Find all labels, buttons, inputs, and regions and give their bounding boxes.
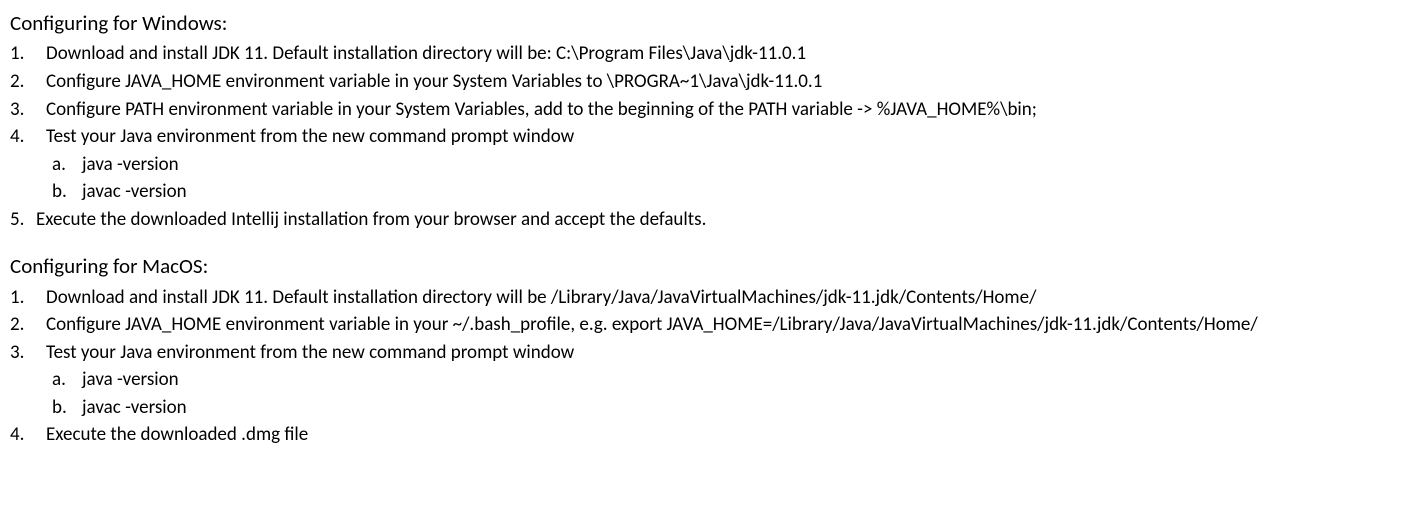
step-text: Configure PATH environment variable in y… bbox=[46, 98, 1037, 121]
sub-list-item: javac -version bbox=[46, 178, 1403, 206]
sub-list-item: java -version bbox=[46, 366, 1403, 394]
list-item: Execute the downloaded .dmg file bbox=[10, 421, 1403, 449]
substep-text: javac -version bbox=[82, 396, 187, 419]
step-text: Execute the downloaded .dmg file bbox=[46, 423, 308, 446]
step-text: Download and install JDK 11. Default ins… bbox=[46, 42, 806, 65]
macos-steps: Download and install JDK 11. Default ins… bbox=[10, 284, 1403, 449]
windows-substeps: java -version javac -version bbox=[46, 151, 1403, 206]
list-item: Test your Java environment from the new … bbox=[10, 123, 1403, 206]
macos-heading: Configuring for MacOS: bbox=[10, 251, 1403, 281]
list-item: Configure PATH environment variable in y… bbox=[10, 96, 1403, 124]
sub-list-item: javac -version bbox=[46, 394, 1403, 422]
windows-heading: Configuring for Windows: bbox=[10, 8, 1403, 38]
substep-text: java -version bbox=[82, 153, 179, 176]
step-text: Execute the downloaded Intellij installa… bbox=[36, 208, 706, 231]
step-text: Configure JAVA_HOME environment variable… bbox=[46, 313, 1258, 336]
list-item-5: Execute the downloaded Intellij installa… bbox=[10, 206, 1403, 234]
step-text: Configure JAVA_HOME environment variable… bbox=[46, 70, 822, 93]
step-text: Test your Java environment from the new … bbox=[46, 125, 574, 148]
list-item: Download and install JDK 11. Default ins… bbox=[10, 40, 1403, 68]
macos-substeps: java -version javac -version bbox=[46, 366, 1403, 421]
substep-text: java -version bbox=[82, 368, 179, 391]
windows-section: Configuring for Windows: Download and in… bbox=[10, 8, 1403, 233]
substep-text: javac -version bbox=[82, 180, 187, 203]
step-text: Download and install JDK 11. Default ins… bbox=[46, 286, 1036, 309]
list-item: Configure JAVA_HOME environment variable… bbox=[10, 311, 1403, 339]
list-item: Configure JAVA_HOME environment variable… bbox=[10, 68, 1403, 96]
windows-steps: Download and install JDK 11. Default ins… bbox=[10, 40, 1403, 205]
sub-list-item: java -version bbox=[46, 151, 1403, 179]
step-text: Test your Java environment from the new … bbox=[46, 341, 574, 364]
list-item: Download and install JDK 11. Default ins… bbox=[10, 284, 1403, 312]
list-item: Test your Java environment from the new … bbox=[10, 339, 1403, 422]
macos-section: Configuring for MacOS: Download and inst… bbox=[10, 251, 1403, 449]
